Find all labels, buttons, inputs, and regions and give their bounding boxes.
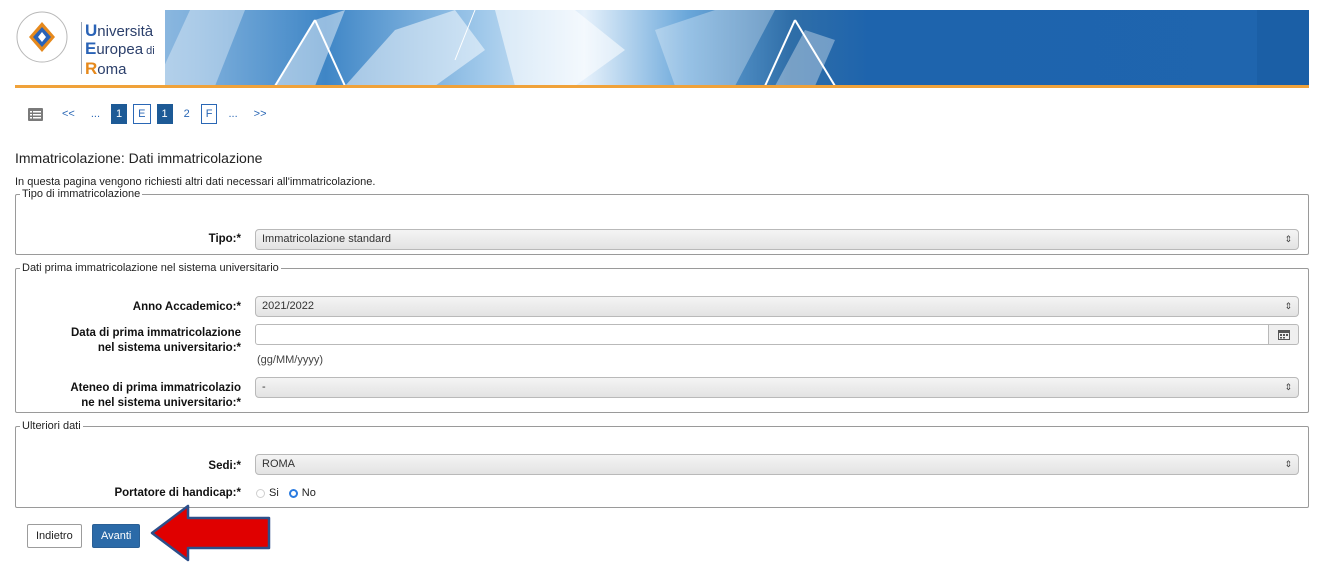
logo-text: Università Europea di Roma [85,21,155,78]
banner-graphic [155,10,836,86]
back-button[interactable]: Indietro [27,524,82,548]
sedi-select[interactable]: ROMA ⇕ [255,454,1299,475]
tipo-select[interactable]: Immatricolazione standard ⇕ [255,229,1299,250]
pager-first[interactable]: << [57,104,80,124]
radio-no-label[interactable]: No [302,487,316,499]
tipo-label: Tipo:* [208,233,241,245]
next-button[interactable]: Avanti [92,524,141,548]
fieldset-tipo: Tipo di immatricolazione Tipo:* Immatric… [15,188,1309,255]
date-format-hint: (gg/MM/yyyy) [257,354,323,366]
select-arrow-icon: ⇕ [1284,459,1292,469]
fieldset-legend: Dati prima immatricolazione nel sistema … [22,262,279,274]
logo-separator [81,22,82,74]
fieldset-ulteriori-dati: Ulteriori dati Sedi:* ROMA ⇕ Portatore di… [15,420,1309,508]
select-arrow-icon: ⇕ [1284,382,1292,392]
ateneo-select[interactable]: - ⇕ [255,377,1299,398]
banner-corner [1257,10,1309,86]
sedi-label: Sedi:* [208,460,241,472]
anno-label: Anno Accademico:* [132,301,241,313]
header-banner: Università Europea di Roma [15,10,1309,86]
data-label: Data di prima immatricolazione nel siste… [71,327,241,354]
radio-si[interactable] [256,488,265,498]
handicap-radio-group: Si No [256,487,326,499]
calendar-button[interactable] [1268,324,1299,345]
pager-ellipsis[interactable]: ... [223,104,242,124]
university-seal-icon [16,11,68,63]
anno-select[interactable]: 2021/2022 ⇕ [255,296,1299,317]
pager-step-e[interactable]: E [133,104,151,124]
page-description: In questa pagina vengono richiesti altri… [15,176,376,188]
fieldset-legend: Tipo di immatricolazione [22,188,141,200]
data-immatricolazione-input[interactable] [255,324,1269,345]
handicap-label: Portatore di handicap:* [114,487,241,499]
fieldset-dati-immatricolazione: Dati prima immatricolazione nel sistema … [15,262,1309,413]
radio-no[interactable] [288,488,298,498]
list-icon[interactable] [28,107,43,121]
pager-last[interactable]: >> [249,104,272,124]
pager-step-current[interactable]: 1 [156,104,173,124]
select-arrow-icon: ⇕ [1284,234,1292,244]
page-title: Immatricolazione: Dati immatricolazione [15,150,263,166]
radio-si-label[interactable]: Si [269,487,279,499]
pager-step-f[interactable]: F [200,104,218,124]
header-accent-line [15,85,1309,88]
university-logo[interactable]: Università Europea di Roma [15,10,165,86]
pager-ellipsis[interactable]: ... [86,104,105,124]
pager-step-1[interactable]: 1 [111,104,128,124]
ateneo-label: Ateneo di prima immatricolazio ne nel si… [70,382,241,409]
calendar-icon [1277,330,1290,340]
select-arrow-icon: ⇕ [1284,301,1292,311]
red-arrow-annotation [150,504,271,562]
wizard-pager: << ... 1 E 1 2 F ... >> [28,104,278,124]
pager-step-2[interactable]: 2 [179,104,195,124]
fieldset-legend: Ulteriori dati [22,420,81,432]
